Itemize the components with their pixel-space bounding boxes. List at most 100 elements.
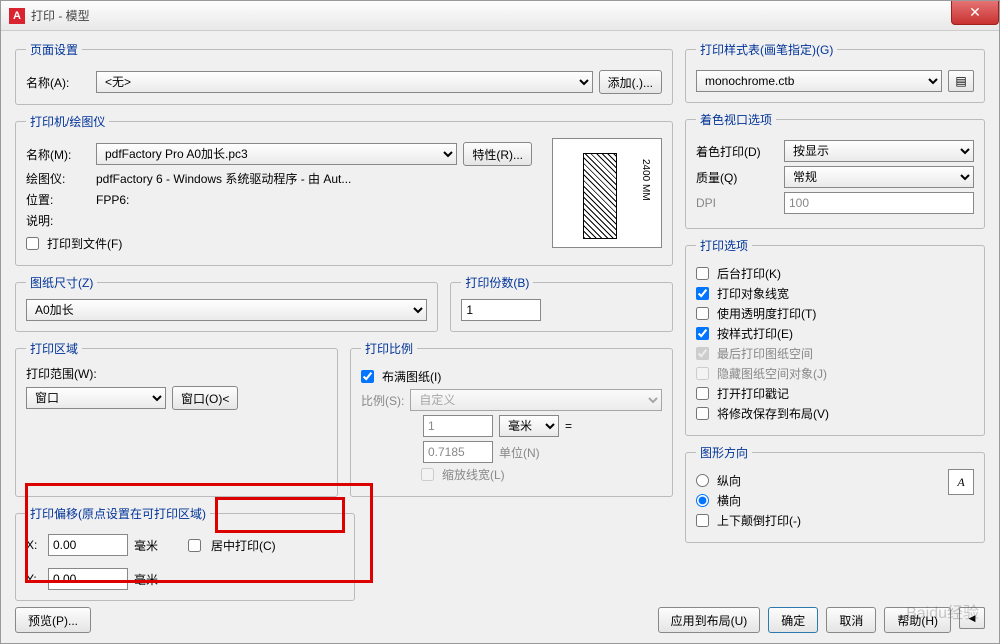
close-button[interactable]: ✕ bbox=[951, 1, 999, 25]
dpi-label: DPI bbox=[696, 196, 776, 210]
save-layout-label: 将修改保存到布局(V) bbox=[717, 405, 829, 422]
hide-paperspace-label: 隐藏图纸空间对象(J) bbox=[717, 365, 827, 382]
center-plot-checkbox[interactable] bbox=[188, 539, 201, 552]
upside-down-checkbox[interactable] bbox=[696, 514, 709, 527]
bg-plot-label: 后台打印(K) bbox=[717, 265, 781, 282]
location-value: FPP6: bbox=[96, 193, 129, 207]
offset-y-input[interactable] bbox=[48, 568, 128, 590]
ok-button[interactable]: 确定 bbox=[768, 607, 818, 633]
offset-y-label: Y: bbox=[26, 572, 42, 586]
orientation-icon: A bbox=[948, 469, 974, 495]
plot-range-select[interactable]: 窗口 bbox=[26, 387, 166, 409]
add-button[interactable]: 添加(.)... bbox=[599, 70, 662, 94]
shading-legend: 着色视口选项 bbox=[696, 111, 776, 128]
window-title: 打印 - 模型 bbox=[31, 7, 90, 24]
bg-plot-checkbox[interactable] bbox=[696, 267, 709, 280]
offset-y-unit: 毫米 bbox=[134, 571, 158, 588]
landscape-radio[interactable] bbox=[696, 494, 709, 507]
plot-area-legend: 打印区域 bbox=[26, 340, 82, 357]
plot-options-group: 打印选项 后台打印(K) 打印对象线宽 使用透明度打印(T) 按样式打印(E) … bbox=[685, 237, 985, 436]
page-name-label: 名称(A): bbox=[26, 74, 90, 91]
app-icon: A bbox=[9, 8, 25, 24]
scale-unit-select[interactable]: 毫米 bbox=[499, 415, 559, 437]
orientation-group: 图形方向 纵向 横向 上下颠倒打印(-) A bbox=[685, 444, 985, 543]
orientation-legend: 图形方向 bbox=[696, 444, 752, 461]
apply-layout-button[interactable]: 应用到布局(U) bbox=[658, 607, 761, 633]
plot-offset-group: 打印偏移(原点设置在可打印区域) X: 毫米 居中打印(C) Y: 毫米 bbox=[15, 505, 355, 601]
properties-button[interactable]: 特性(R)... bbox=[463, 142, 532, 166]
printer-legend: 打印机/绘图仪 bbox=[26, 113, 109, 130]
plot-stamp-label: 打开打印戳记 bbox=[717, 385, 789, 402]
shade-plot-select[interactable]: 按显示 bbox=[784, 140, 974, 162]
desc-label: 说明: bbox=[26, 212, 90, 229]
scale-lineweights-checkbox bbox=[421, 468, 434, 481]
offset-x-input[interactable] bbox=[48, 534, 128, 556]
shade-plot-label: 着色打印(D) bbox=[696, 143, 776, 160]
preview-button[interactable]: 预览(P)... bbox=[15, 607, 91, 633]
save-layout-checkbox[interactable] bbox=[696, 407, 709, 420]
scale-lineweights-label: 缩放线宽(L) bbox=[442, 466, 505, 483]
upside-down-label: 上下颠倒打印(-) bbox=[717, 512, 801, 529]
location-label: 位置: bbox=[26, 191, 90, 208]
scale-select: 自定义 bbox=[410, 389, 662, 411]
page-setup-legend: 页面设置 bbox=[26, 41, 82, 58]
copies-group: 打印份数(B) bbox=[450, 274, 673, 332]
fit-to-paper-checkbox[interactable] bbox=[361, 370, 374, 383]
plot-styles-checkbox[interactable] bbox=[696, 327, 709, 340]
plot-options-legend: 打印选项 bbox=[696, 237, 752, 254]
transparency-checkbox[interactable] bbox=[696, 307, 709, 320]
shading-group: 着色视口选项 着色打印(D) 按显示 质量(Q) 常规 DPI bbox=[685, 111, 985, 229]
plot-style-edit-button[interactable]: ▤ bbox=[948, 70, 974, 92]
plotter-label: 绘图仪: bbox=[26, 170, 90, 187]
printer-group: 打印机/绘图仪 名称(M): pdfFactory Pro A0加长.pc3 特… bbox=[15, 113, 673, 266]
plot-scale-legend: 打印比例 bbox=[361, 340, 417, 357]
page-setup-group: 页面设置 名称(A): <无> 添加(.)... bbox=[15, 41, 673, 105]
plot-offset-legend: 打印偏移(原点设置在可打印区域) bbox=[26, 505, 210, 522]
plot-style-select[interactable]: monochrome.ctb bbox=[696, 70, 942, 92]
plotter-value: pdfFactory 6 - Windows 系统驱动程序 - 由 Aut... bbox=[96, 170, 351, 187]
plot-stamp-checkbox[interactable] bbox=[696, 387, 709, 400]
quality-select[interactable]: 常规 bbox=[784, 166, 974, 188]
scale-num-input bbox=[423, 415, 493, 437]
offset-x-unit: 毫米 bbox=[134, 537, 158, 554]
dpi-input bbox=[784, 192, 974, 214]
print-to-file-checkbox[interactable] bbox=[26, 237, 39, 250]
paper-size-group: 图纸尺寸(Z) A0加长 bbox=[15, 274, 438, 332]
scale-den-input bbox=[423, 441, 493, 463]
offset-x-label: X: bbox=[26, 538, 42, 552]
landscape-label: 横向 bbox=[717, 492, 741, 509]
fit-to-paper-label: 布满图纸(I) bbox=[382, 368, 441, 385]
portrait-label: 纵向 bbox=[717, 472, 741, 489]
center-plot-label: 居中打印(C) bbox=[211, 537, 276, 554]
portrait-radio[interactable] bbox=[696, 474, 709, 487]
plot-area-group: 打印区域 打印范围(W): 窗口 窗口(O)< bbox=[15, 340, 338, 497]
paper-preview: 2400 MM bbox=[552, 138, 662, 248]
printer-name-label: 名称(M): bbox=[26, 146, 90, 163]
collapse-icon[interactable]: ◀ bbox=[959, 607, 985, 629]
transparency-label: 使用透明度打印(T) bbox=[717, 305, 816, 322]
plot-range-label: 打印范围(W): bbox=[26, 365, 327, 382]
copies-input[interactable] bbox=[461, 299, 541, 321]
plot-styles-label: 按样式打印(E) bbox=[717, 325, 793, 342]
plot-scale-group: 打印比例 布满图纸(I) 比例(S): 自定义 毫米 = bbox=[350, 340, 673, 497]
hide-paperspace-checkbox bbox=[696, 367, 709, 380]
quality-label: 质量(Q) bbox=[696, 169, 776, 186]
print-to-file-label: 打印到文件(F) bbox=[47, 235, 122, 252]
paper-size-select[interactable]: A0加长 bbox=[26, 299, 427, 321]
titlebar: A 打印 - 模型 ✕ bbox=[1, 1, 999, 31]
printer-name-select[interactable]: pdfFactory Pro A0加长.pc3 bbox=[96, 143, 457, 165]
scale-label: 比例(S): bbox=[361, 392, 404, 409]
lineweights-checkbox[interactable] bbox=[696, 287, 709, 300]
equals-icon: = bbox=[565, 419, 572, 433]
plot-style-legend: 打印样式表(画笔指定)(G) bbox=[696, 41, 837, 58]
cancel-button[interactable]: 取消 bbox=[826, 607, 876, 633]
help-button[interactable]: 帮助(H) bbox=[884, 607, 951, 633]
window-pick-button[interactable]: 窗口(O)< bbox=[172, 386, 238, 410]
paperspace-last-checkbox bbox=[696, 347, 709, 360]
page-name-select[interactable]: <无> bbox=[96, 71, 593, 93]
paper-size-legend: 图纸尺寸(Z) bbox=[26, 274, 97, 291]
preview-dimension: 2400 MM bbox=[640, 159, 651, 201]
copies-legend: 打印份数(B) bbox=[461, 274, 533, 291]
unit-n-label: 单位(N) bbox=[499, 444, 540, 461]
paperspace-last-label: 最后打印图纸空间 bbox=[717, 345, 813, 362]
